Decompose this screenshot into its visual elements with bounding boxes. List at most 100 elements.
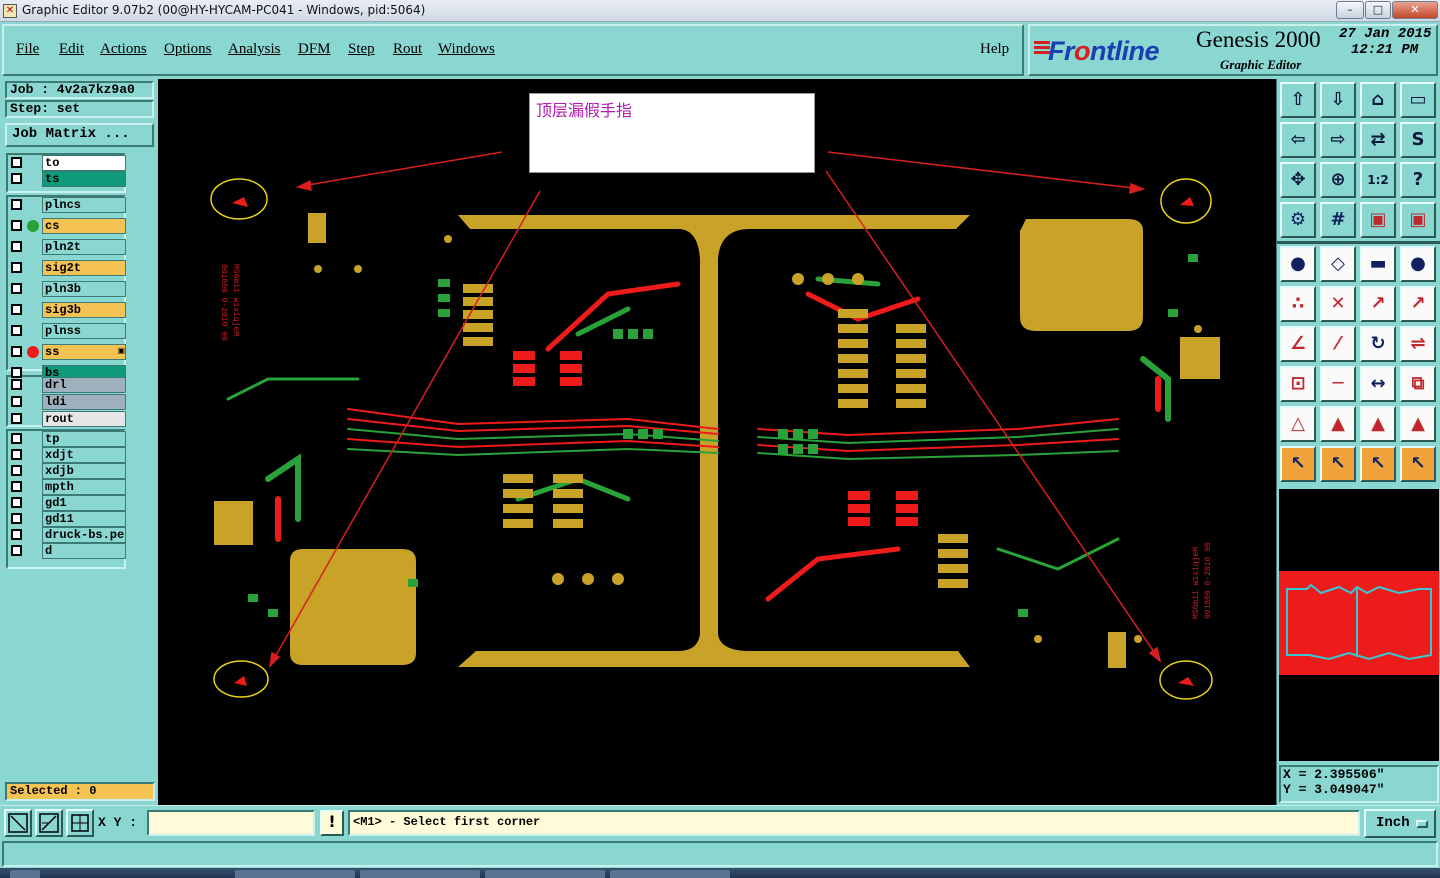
taskbar-item[interactable] — [360, 870, 480, 878]
pcb-drawing[interactable]: 001800 0-2010 90 MS6mi1 w1x1qjeM 001800 … — [158, 79, 1276, 805]
zoom-box-icon[interactable]: ⊕ — [1320, 162, 1356, 198]
layer-row[interactable]: sig2t — [8, 260, 128, 276]
layer-checkbox[interactable] — [11, 545, 22, 556]
layer-checkbox[interactable] — [11, 433, 22, 444]
layer-row[interactable]: xdjt — [8, 447, 128, 463]
start-button[interactable] — [10, 870, 40, 878]
menu-analysis[interactable]: Analysis — [228, 41, 281, 58]
diagonal-icon[interactable]: ⁄ — [1320, 326, 1356, 362]
layer-colors-icon[interactable]: ▣ — [1360, 202, 1396, 238]
layer-row[interactable]: drl — [8, 377, 128, 393]
xy-input[interactable] — [147, 810, 315, 836]
layer-name[interactable]: d — [42, 543, 126, 559]
select-box-icon[interactable]: ↖ — [1320, 446, 1356, 482]
fill-mode-icon[interactable]: ● — [1280, 246, 1316, 282]
layer-checkbox[interactable] — [11, 262, 22, 273]
maximize-button[interactable]: □ — [1365, 1, 1391, 19]
layer-row[interactable]: pln3b — [8, 281, 128, 297]
layer-row[interactable]: d — [8, 543, 128, 559]
layer-row[interactable]: gd11 — [8, 511, 128, 527]
layer-name[interactable]: sig3b — [42, 302, 126, 318]
layer-row[interactable]: ldi — [8, 394, 128, 410]
layer-row[interactable]: sig3b — [8, 302, 128, 318]
measure-icon[interactable]: ⚙ — [1280, 202, 1316, 238]
layer-checkbox[interactable] — [11, 513, 22, 524]
net-icon[interactable]: ∴ — [1280, 286, 1316, 322]
layer-checkbox[interactable] — [11, 304, 22, 315]
layer-name[interactable]: gd11 — [42, 511, 126, 527]
warning-button[interactable]: ! — [320, 810, 344, 836]
menu-edit[interactable]: Edit — [59, 41, 84, 58]
select-arrow-icon[interactable]: ↖ — [1280, 446, 1316, 482]
layer-checkbox[interactable] — [11, 413, 22, 424]
layer-name[interactable]: cs — [42, 218, 126, 234]
triangle-select-icon[interactable]: ▲ — [1400, 406, 1436, 442]
layer-settings-icon[interactable]: ▣ — [1400, 202, 1436, 238]
layer-row[interactable]: mpth — [8, 479, 128, 495]
layer-row[interactable]: ss ▣ — [8, 344, 128, 360]
layer-checkbox[interactable] — [11, 481, 22, 492]
layer-checkbox[interactable] — [11, 379, 22, 390]
grid-snap-icon[interactable] — [66, 809, 94, 837]
menu-actions[interactable]: Actions — [100, 41, 147, 58]
layer-name[interactable]: plnss — [42, 323, 126, 339]
layer-name[interactable]: ss — [42, 344, 126, 360]
layer-row[interactable]: plncs — [8, 197, 128, 213]
layer-name[interactable]: ts — [42, 171, 126, 187]
layer-name[interactable]: druck-bs.per — [42, 527, 126, 543]
layer-row[interactable]: xdjb — [8, 463, 128, 479]
layer-row[interactable]: to — [8, 155, 128, 171]
triangle-snap-icon[interactable]: △ — [1280, 406, 1316, 442]
layer-row[interactable]: pln2t — [8, 239, 128, 255]
menu-windows[interactable]: Windows — [438, 41, 495, 58]
menu-file[interactable]: File — [16, 41, 39, 58]
arc-icon[interactable]: ↻ — [1360, 326, 1396, 362]
zoom-out-icon[interactable] — [35, 809, 63, 837]
select-path-icon[interactable]: ↖ — [1400, 446, 1436, 482]
size-icon[interactable]: ↔ — [1360, 366, 1396, 402]
line-to-dot-icon[interactable]: ↗ — [1400, 286, 1436, 322]
layer-name[interactable]: xdjb — [42, 463, 126, 479]
menu-step[interactable]: Step — [348, 41, 375, 58]
graphic-canvas[interactable]: 001800 0-2010 90 MS6mi1 w1x1qjeM 001800 … — [158, 79, 1276, 805]
taskbar-item[interactable] — [610, 870, 730, 878]
pan-left-icon[interactable]: ⇦ — [1280, 122, 1316, 158]
layer-checkbox[interactable] — [11, 283, 22, 294]
line-to-point-icon[interactable]: ↗ — [1360, 286, 1396, 322]
layer-row[interactable]: rout — [8, 411, 128, 427]
triangle-edit-icon[interactable]: ▲ — [1360, 406, 1396, 442]
layer-checkbox[interactable] — [11, 497, 22, 508]
layer-checkbox[interactable] — [11, 157, 22, 168]
layer-row[interactable]: tp — [8, 431, 128, 447]
menu-rout[interactable]: Rout — [393, 41, 422, 58]
layer-name[interactable]: gd1 — [42, 495, 126, 511]
zoom-home-icon[interactable]: ⇧ — [1280, 82, 1316, 118]
layer-checkbox[interactable] — [11, 173, 22, 184]
job-matrix-button[interactable]: Job Matrix ... — [5, 123, 154, 147]
layer-name[interactable]: to — [42, 155, 126, 171]
layer-name[interactable]: pln3b — [42, 281, 126, 297]
layer-name[interactable]: xdjt — [42, 447, 126, 463]
layer-checkbox[interactable] — [11, 325, 22, 336]
layer-checkbox[interactable] — [11, 220, 22, 231]
minimize-button[interactable]: – — [1336, 1, 1364, 19]
taskbar-item[interactable] — [235, 870, 355, 878]
layer-checkbox[interactable] — [11, 241, 22, 252]
menu-dfm[interactable]: DFM — [298, 41, 331, 58]
select-rotate-icon[interactable]: ↖ — [1360, 446, 1396, 482]
angle-icon[interactable]: ∠ — [1280, 326, 1316, 362]
layer-name[interactable]: ldi — [42, 394, 126, 410]
outline-mode-icon[interactable]: ◇ — [1320, 246, 1356, 282]
pan-right-icon[interactable]: ⇨ — [1320, 122, 1356, 158]
overview-pane[interactable] — [1279, 489, 1439, 761]
layer-row[interactable]: gd1 — [8, 495, 128, 511]
snap-icon[interactable]: S — [1400, 122, 1436, 158]
layer-row[interactable]: ts — [8, 171, 128, 187]
layer-name[interactable]: drl — [42, 377, 126, 393]
split-window-icon[interactable]: ▭ — [1400, 82, 1436, 118]
layer-name[interactable]: mpth — [42, 479, 126, 495]
layer-name[interactable]: tp — [42, 431, 126, 447]
home-view-icon[interactable]: ⌂ — [1360, 82, 1396, 118]
move-icon[interactable]: ⊡ — [1280, 366, 1316, 402]
layer-checkbox[interactable] — [11, 396, 22, 407]
